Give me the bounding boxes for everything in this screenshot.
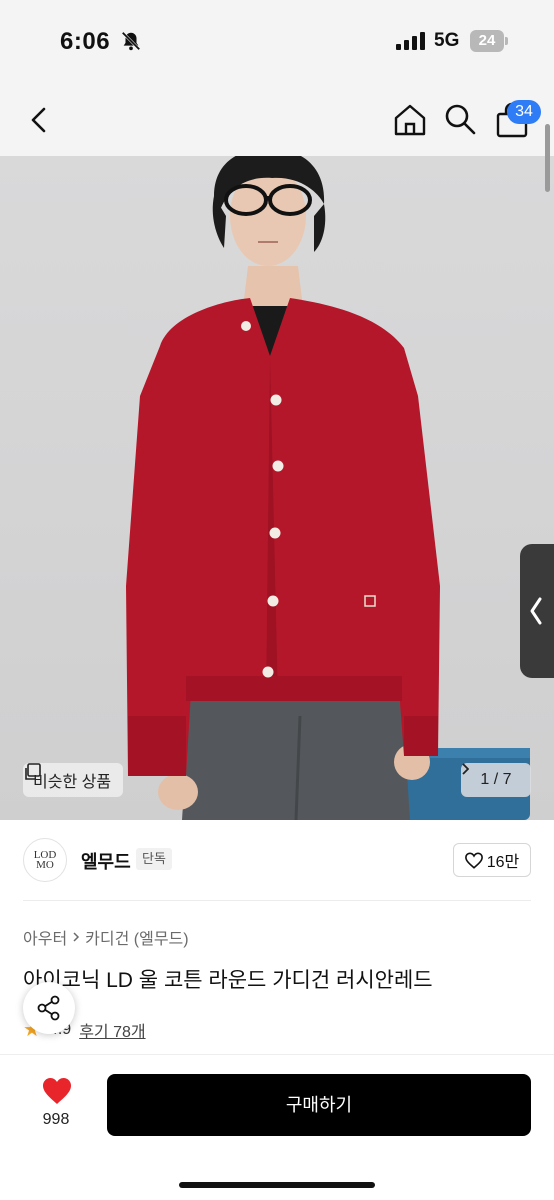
brand-logo-line2: MO <box>36 859 54 871</box>
chevron-right-icon <box>462 763 469 775</box>
home-icon[interactable] <box>392 102 428 138</box>
search-icon[interactable] <box>443 102 477 136</box>
wish-count: 998 <box>42 1111 70 1128</box>
home-indicator <box>179 1182 375 1188</box>
battery-icon: 24 <box>470 30 508 52</box>
breadcrumb-chevron-icon <box>73 932 80 942</box>
cart-count-badge: 34 <box>507 100 541 124</box>
similar-products-icon <box>25 763 41 780</box>
product-title: 아이코닉 LD 울 코튼 라운드 가디건 러시안레드 <box>23 969 433 992</box>
heart-outline-icon <box>464 851 483 869</box>
brand-like-button[interactable]: 16만 <box>453 843 531 877</box>
breadcrumb-category[interactable]: 아우터 <box>23 925 67 949</box>
chevron-left-icon <box>530 597 542 625</box>
image-pager-label: 1 / 7 <box>480 771 512 788</box>
back-icon[interactable] <box>26 104 54 136</box>
divider <box>23 900 531 901</box>
breadcrumb-subcategory[interactable]: 카디건 (엘무드) <box>85 925 188 949</box>
similar-products-button[interactable]: 비슷한 상품 <box>23 763 124 797</box>
exclusive-badge: 단독 <box>136 848 172 870</box>
share-button[interactable] <box>23 982 75 1034</box>
nav-bar <box>0 84 554 156</box>
breadcrumb: 아우터 카디건 (엘무드) <box>23 925 189 949</box>
buy-button[interactable]: 구매하기 <box>107 1074 531 1136</box>
heart-filled-icon[interactable] <box>42 1077 72 1105</box>
similar-products-label: 비슷한 상품 <box>33 774 112 791</box>
bell-off-icon <box>121 31 141 51</box>
brand-row: LOD MO 엘무드 단독 16만 <box>0 820 554 900</box>
review-count-link[interactable]: 후기 78개 <box>79 1018 145 1042</box>
side-drawer-tab[interactable] <box>520 544 554 678</box>
product-image[interactable]: 비슷한 상품 1 / 7 <box>0 156 554 820</box>
brand-name[interactable]: 엘무드 <box>81 848 131 874</box>
share-icon <box>37 995 60 1021</box>
signal-icon <box>396 32 425 50</box>
status-bar: 6:06 5G 24 <box>0 0 554 84</box>
bottom-bar: 998 구매하기 <box>0 1054 554 1200</box>
model-photo <box>126 156 530 820</box>
status-time: 6:06 <box>60 28 111 55</box>
brand-logo[interactable]: LOD MO <box>23 838 67 882</box>
image-pager[interactable]: 1 / 7 <box>461 763 531 797</box>
network-type: 5G <box>434 30 460 51</box>
brand-like-count: 16만 <box>486 854 520 871</box>
battery-level: 24 <box>470 30 504 52</box>
scroll-indicator <box>545 124 550 192</box>
